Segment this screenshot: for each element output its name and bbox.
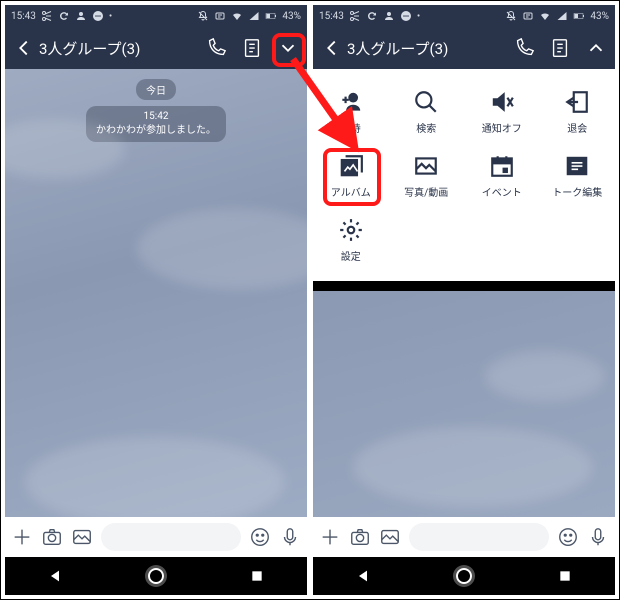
gallery-icon[interactable] <box>379 526 401 548</box>
menu-panel: 招待 検索 通知オフ 退会 アルバム <box>313 69 615 281</box>
leave-icon <box>564 89 590 115</box>
battery-icon <box>265 10 277 22</box>
message-input[interactable] <box>101 523 241 551</box>
status-time: 15:43 <box>11 11 36 22</box>
edit-list-icon <box>564 153 590 179</box>
back-icon[interactable] <box>13 37 35 59</box>
bell-off-icon <box>197 10 209 22</box>
nav-recent-icon[interactable] <box>249 568 265 584</box>
chat-icon <box>92 10 104 22</box>
nav-home-icon[interactable] <box>456 568 472 584</box>
nav-recent-icon[interactable] <box>557 568 573 584</box>
mute-icon <box>489 89 515 115</box>
menu-label: 通知オフ <box>482 120 522 135</box>
invite-icon <box>338 89 364 115</box>
mic-icon[interactable] <box>587 526 609 548</box>
menu-label: 招待 <box>341 120 361 135</box>
menu-edit[interactable]: トーク編集 <box>540 145 616 209</box>
message-input[interactable] <box>409 523 549 551</box>
menu-label: イベント <box>482 184 522 199</box>
menu-settings[interactable]: 設定 <box>313 209 389 273</box>
menu-label: アルバム <box>331 184 371 199</box>
photos-icon <box>413 153 439 179</box>
status-bar: 15:43 • 43% <box>5 5 307 27</box>
scissors-icon <box>349 10 361 22</box>
note-icon[interactable] <box>241 37 263 59</box>
call-icon[interactable] <box>513 37 535 59</box>
plus-icon[interactable] <box>319 526 341 548</box>
chat-header: 3人グループ(3) <box>5 27 307 69</box>
refresh-icon <box>366 10 378 22</box>
chat-title: 3人グループ(3) <box>347 38 513 59</box>
scissors-icon <box>41 10 53 22</box>
status-time: 15:43 <box>319 11 344 22</box>
android-navbar <box>5 557 307 595</box>
date-pill: 今日 <box>136 79 176 100</box>
menu-label: 退会 <box>567 120 587 135</box>
emoji-icon[interactable] <box>557 526 579 548</box>
menu-mute[interactable]: 通知オフ <box>464 81 540 145</box>
user-icon <box>383 10 395 22</box>
chat-title: 3人グループ(3) <box>39 38 205 59</box>
plus-icon[interactable] <box>11 526 33 548</box>
signal-icon <box>248 10 260 22</box>
status-dot-icon: • <box>109 11 112 22</box>
composer <box>313 517 615 557</box>
menu-search[interactable]: 検索 <box>389 81 465 145</box>
chat-icon <box>400 10 412 22</box>
menu-leave[interactable]: 退会 <box>540 81 616 145</box>
menu-label: 設定 <box>341 248 361 263</box>
menu-invite[interactable]: 招待 <box>313 81 389 145</box>
chevron-up-icon[interactable] <box>585 37 607 59</box>
status-battery: 43% <box>282 11 301 22</box>
phone-right: 15:43 • 43% 3人グループ(3) <box>313 5 615 595</box>
menu-label: トーク編集 <box>552 184 602 199</box>
gallery-icon[interactable] <box>71 526 93 548</box>
status-bar: 15:43 • 43% <box>313 5 615 27</box>
call-icon[interactable] <box>205 37 227 59</box>
mic-icon[interactable] <box>279 526 301 548</box>
emoji-icon[interactable] <box>249 526 271 548</box>
status-dot-icon: • <box>417 11 420 22</box>
camera-icon[interactable] <box>349 526 371 548</box>
chat-visible-strip <box>313 291 615 517</box>
event-icon <box>489 153 515 179</box>
menu-label: 検索 <box>416 120 436 135</box>
user-icon <box>75 10 87 22</box>
info-icon <box>214 10 226 22</box>
chevron-down-icon[interactable] <box>277 37 299 59</box>
composer <box>5 517 307 557</box>
system-message-time: 15:42 <box>96 110 216 124</box>
menu-event[interactable]: イベント <box>464 145 540 209</box>
nav-back-icon[interactable] <box>47 568 63 584</box>
nav-back-icon[interactable] <box>355 568 371 584</box>
bell-off-icon <box>505 10 517 22</box>
menu-label: 写真/動画 <box>404 184 448 199</box>
status-battery: 43% <box>590 11 609 22</box>
gear-icon <box>338 217 364 243</box>
refresh-icon <box>58 10 70 22</box>
battery-icon <box>573 10 585 22</box>
info-icon <box>522 10 534 22</box>
nav-home-icon[interactable] <box>148 568 164 584</box>
wifi-icon <box>231 10 243 22</box>
android-navbar <box>313 557 615 595</box>
chat-header: 3人グループ(3) <box>313 27 615 69</box>
search-icon <box>413 89 439 115</box>
back-icon[interactable] <box>321 37 343 59</box>
album-icon <box>338 153 364 179</box>
menu-photos[interactable]: 写真/動画 <box>389 145 465 209</box>
phone-left: 15:43 • 43% 3人グループ(3) <box>5 5 307 595</box>
wifi-icon <box>539 10 551 22</box>
note-icon[interactable] <box>549 37 571 59</box>
signal-icon <box>556 10 568 22</box>
chat-body: 今日 15:42 かわかわが参加しました。 <box>5 69 307 557</box>
camera-icon[interactable] <box>41 526 63 548</box>
menu-album[interactable]: アルバム <box>313 145 389 209</box>
